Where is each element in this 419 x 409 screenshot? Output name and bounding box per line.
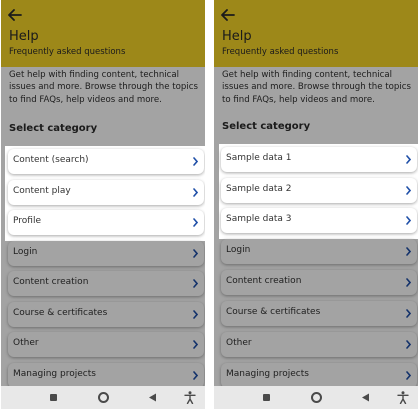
- system-navbar: [1, 386, 205, 409]
- category-item[interactable]: Content play: [8, 180, 204, 205]
- category-label: Content (search): [13, 155, 89, 165]
- chevron-right-icon: [406, 371, 411, 380]
- app-header: Help Frequently asked questions: [214, 0, 418, 67]
- category-label: Managing projects: [226, 369, 309, 379]
- phone-screen-right: Help Frequently asked questions Get help…: [214, 0, 418, 409]
- chevron-right-icon: [193, 340, 198, 349]
- category-item[interactable]: Login: [8, 241, 204, 266]
- category-label: Course & certificates: [13, 308, 108, 318]
- chevron-right-icon: [406, 247, 411, 256]
- intro-text: Get help with finding content, technical…: [9, 70, 198, 105]
- chevron-right-icon: [406, 155, 411, 164]
- chevron-right-icon: [406, 278, 411, 287]
- section-title: Select category: [222, 121, 311, 132]
- chevron-right-icon: [193, 249, 198, 258]
- page-subtitle: Frequently asked questions: [222, 47, 339, 57]
- category-label: Sample data 3: [226, 214, 292, 224]
- triangle-back-icon[interactable]: [148, 393, 157, 402]
- category-item[interactable]: Managing projects: [8, 363, 204, 388]
- square-icon[interactable]: [50, 394, 57, 401]
- category-item[interactable]: Content (search): [8, 149, 204, 174]
- system-navbar: [214, 386, 418, 409]
- category-label: Course & certificates: [226, 307, 321, 317]
- category-label: Content creation: [226, 276, 302, 286]
- accessibility-icon[interactable]: [397, 391, 409, 404]
- arrow-left-icon[interactable]: [8, 9, 22, 21]
- page-subtitle: Frequently asked questions: [9, 47, 126, 57]
- app-header: Help Frequently asked questions: [1, 0, 205, 67]
- category-label: Login: [13, 247, 38, 257]
- category-item[interactable]: Sample data 1: [221, 147, 417, 172]
- chevron-right-icon: [406, 216, 411, 225]
- page-title: Help: [9, 29, 39, 44]
- category-label: Other: [226, 338, 252, 348]
- chevron-right-icon: [406, 309, 411, 318]
- accessibility-icon[interactable]: [184, 391, 196, 404]
- category-item[interactable]: Login: [221, 239, 417, 264]
- chevron-right-icon: [406, 340, 411, 349]
- chevron-right-icon: [193, 371, 198, 380]
- circle-icon[interactable]: [98, 392, 109, 403]
- category-label: Profile: [13, 216, 41, 226]
- section-title: Select category: [9, 123, 98, 134]
- chevron-right-icon: [193, 157, 198, 166]
- category-item[interactable]: Content creation: [8, 271, 204, 296]
- category-item[interactable]: Sample data 2: [221, 178, 417, 203]
- intro-text: Get help with finding content, technical…: [222, 70, 411, 105]
- circle-icon[interactable]: [311, 392, 322, 403]
- category-label: Content play: [13, 186, 71, 196]
- category-item[interactable]: Course & certificates: [8, 302, 204, 327]
- category-item[interactable]: Other: [221, 332, 417, 357]
- category-item[interactable]: Sample data 3: [221, 208, 417, 233]
- chevron-right-icon: [193, 310, 198, 319]
- phone-screen-left: Help Frequently asked questions Get help…: [1, 0, 205, 409]
- square-icon[interactable]: [263, 394, 270, 401]
- category-label: Other: [13, 338, 39, 348]
- category-item[interactable]: Content creation: [221, 270, 417, 295]
- triangle-back-icon[interactable]: [361, 393, 370, 402]
- category-label: Sample data 1: [226, 153, 292, 163]
- arrow-left-icon[interactable]: [221, 9, 235, 21]
- chevron-right-icon: [406, 186, 411, 195]
- chevron-right-icon: [193, 218, 198, 227]
- category-label: Login: [226, 245, 251, 255]
- category-label: Sample data 2: [226, 184, 292, 194]
- category-label: Managing projects: [13, 369, 96, 379]
- category-item[interactable]: Managing projects: [221, 363, 417, 388]
- category-item[interactable]: Profile: [8, 210, 204, 235]
- category-item[interactable]: Course & certificates: [221, 301, 417, 326]
- page-title: Help: [222, 29, 252, 44]
- chevron-right-icon: [193, 279, 198, 288]
- chevron-right-icon: [193, 188, 198, 197]
- category-label: Content creation: [13, 277, 89, 287]
- category-item[interactable]: Other: [8, 332, 204, 357]
